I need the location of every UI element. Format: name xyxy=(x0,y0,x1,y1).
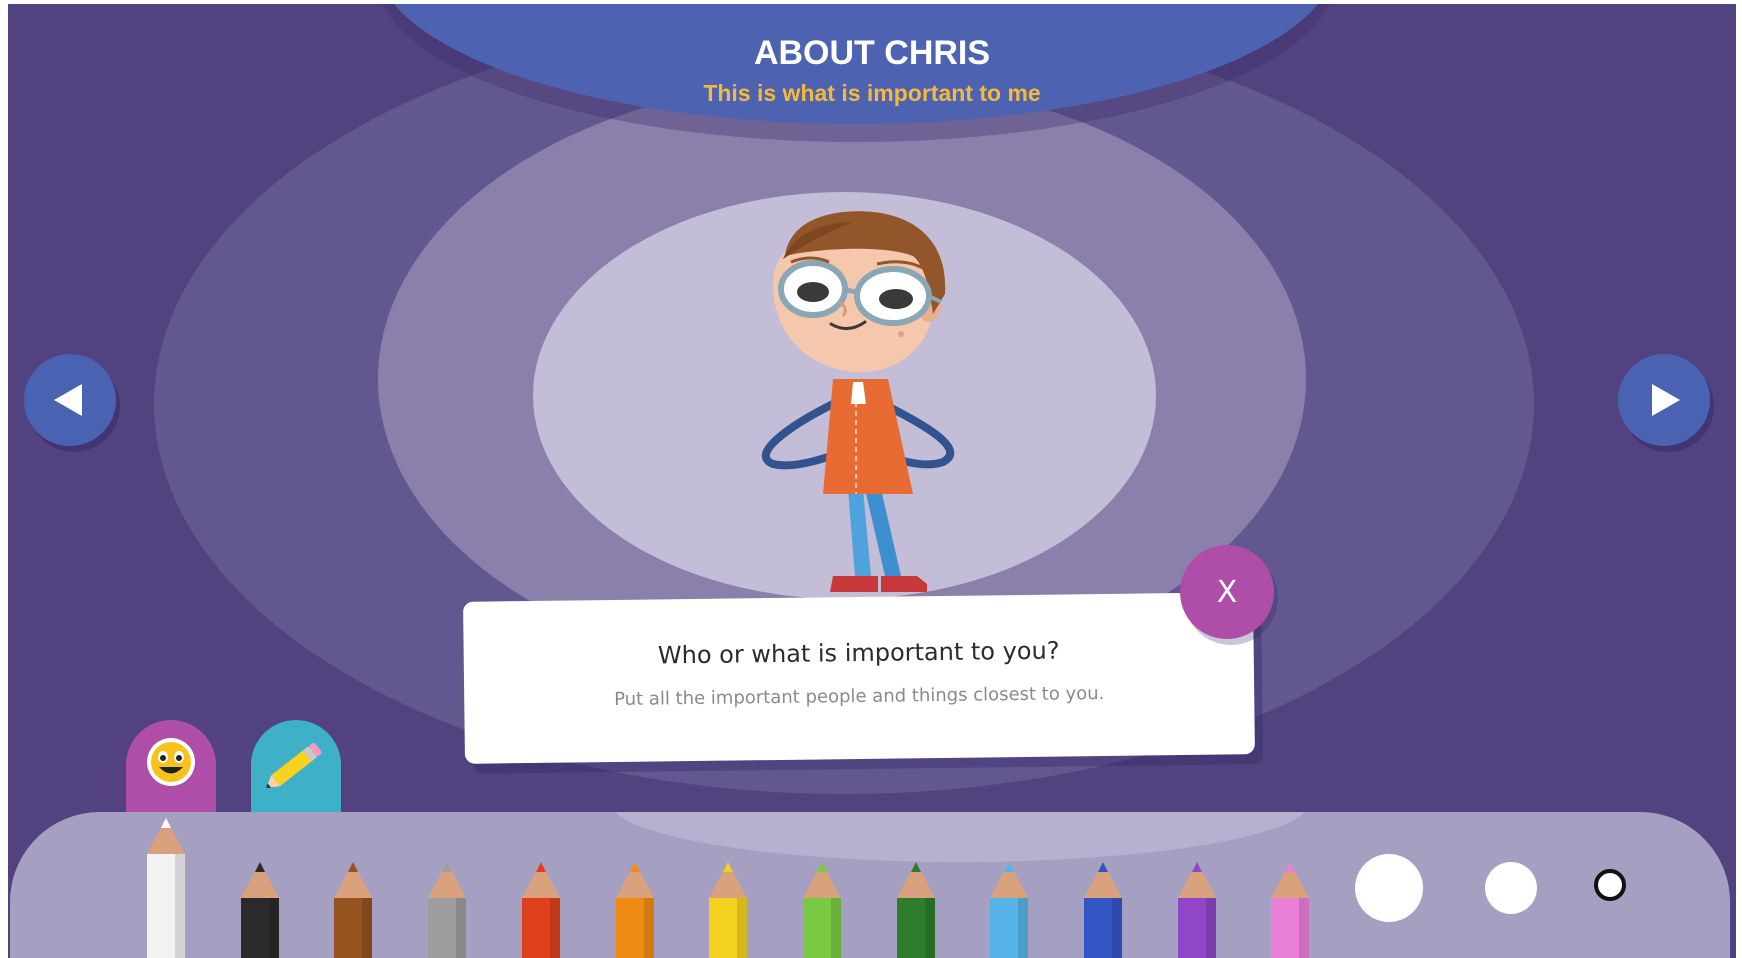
pencil-black[interactable] xyxy=(240,812,279,958)
prompt-card: Who or what is important to you? Put all… xyxy=(463,592,1255,764)
smiley-face-icon xyxy=(147,738,195,786)
triangle-right-icon xyxy=(1652,384,1680,416)
app-stage: ABOUT CHRIS This is what is important to… xyxy=(8,4,1736,958)
brush-size-medium[interactable] xyxy=(1485,862,1537,914)
pencil-orange[interactable] xyxy=(615,812,654,958)
pencil-white[interactable] xyxy=(147,812,185,958)
prompt-hint: Put all the important people and things … xyxy=(614,683,1105,710)
draw-tab[interactable] xyxy=(251,720,341,816)
pencil-light-green[interactable] xyxy=(802,812,841,958)
page-subtitle: This is what is important to me xyxy=(703,80,1041,106)
pencil-grey[interactable] xyxy=(428,812,467,958)
brush-size-small[interactable] xyxy=(1594,869,1626,901)
prompt-question: Who or what is important to you? xyxy=(657,636,1060,670)
pencil-light-blue[interactable] xyxy=(990,812,1029,958)
chris-character-illustration xyxy=(761,211,955,592)
pencil-red[interactable] xyxy=(521,812,560,958)
pencil-blue[interactable] xyxy=(1084,812,1122,958)
close-button[interactable]: X xyxy=(1180,545,1274,639)
pencil-yellow[interactable] xyxy=(709,812,748,958)
pencil-purple[interactable] xyxy=(1177,812,1216,958)
next-button[interactable] xyxy=(1618,354,1710,446)
previous-button[interactable] xyxy=(24,354,116,446)
pencil-brown[interactable] xyxy=(334,812,373,958)
drawing-toolbar xyxy=(10,812,1730,958)
pencil-dark-green[interactable] xyxy=(896,812,935,958)
page-title: ABOUT CHRIS xyxy=(753,34,991,72)
triangle-left-icon xyxy=(54,384,82,416)
pencil-icon xyxy=(266,743,322,788)
pencil-pink[interactable] xyxy=(1271,812,1310,958)
stickers-tab[interactable] xyxy=(126,720,216,816)
brush-size-large[interactable] xyxy=(1355,854,1423,922)
